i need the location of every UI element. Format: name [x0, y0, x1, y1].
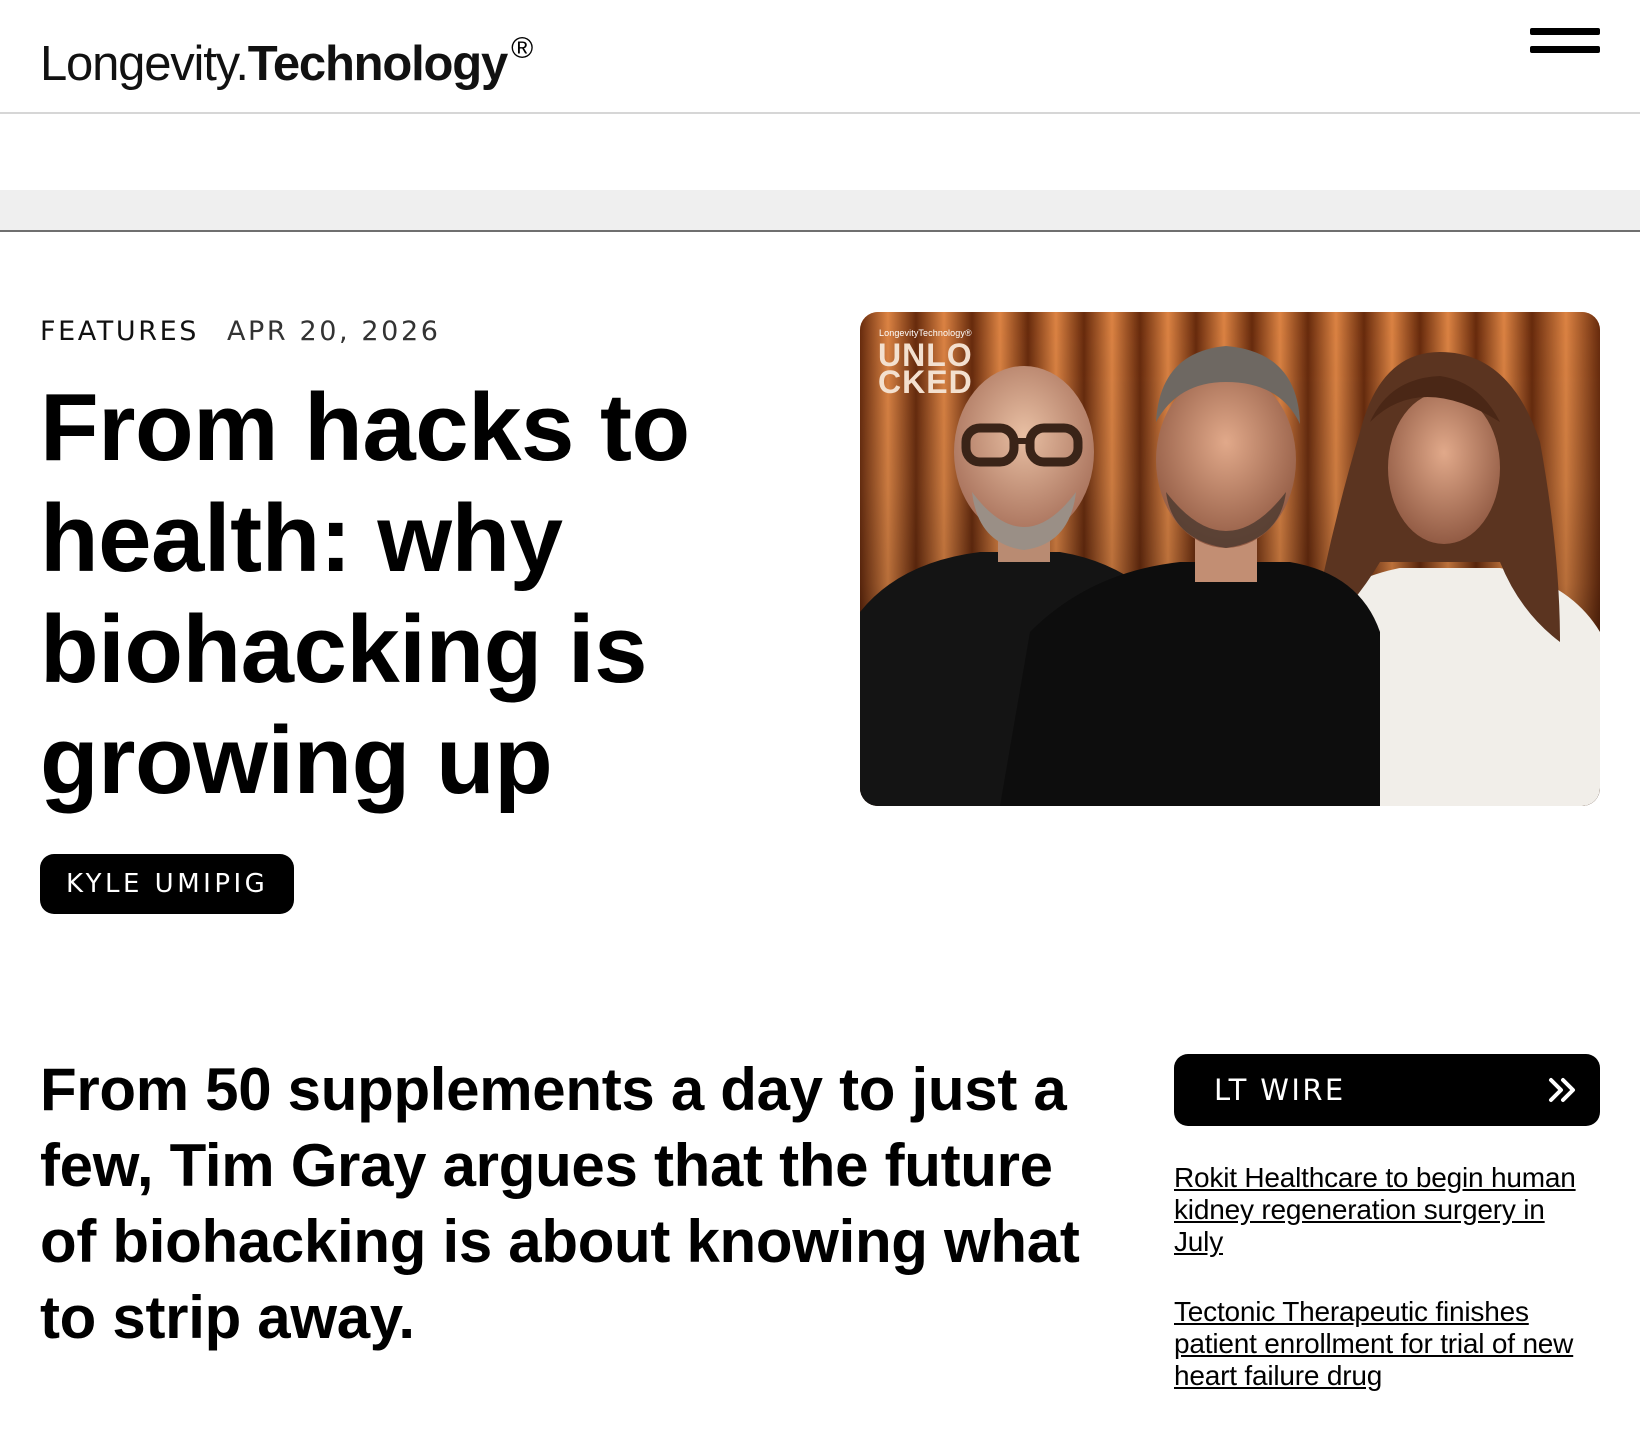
category-link[interactable]: FEATURES — [40, 316, 199, 347]
wire-link[interactable]: Rokit Healthcare to begin human kidney r… — [1174, 1162, 1600, 1258]
hero-image: LongevityTechnology® UNLOCKED — [860, 312, 1600, 806]
logo-bold-text: Technology — [247, 37, 509, 91]
site-header: Longevity.Technology ® — [0, 0, 1640, 114]
double-chevron-right-icon — [1549, 1078, 1575, 1102]
menu-bar-bottom — [1530, 46, 1600, 53]
logo-light-text: Longevity. — [40, 37, 249, 91]
article-headline: From hacks to health: why biohacking is … — [40, 374, 690, 814]
lt-wire-title: LT WIRE — [1214, 1073, 1346, 1107]
ad-space — [0, 114, 1640, 190]
hamburger-menu-icon[interactable] — [1530, 28, 1600, 58]
article-date: APR 20, 2026 — [226, 316, 441, 347]
divider-band — [0, 190, 1640, 232]
hero-title-text: UNLOCKED — [878, 337, 973, 400]
article-standfirst: From 50 supplements a day to just a few,… — [40, 1056, 1080, 1351]
menu-bar-top — [1530, 28, 1600, 35]
lt-wire-list: Rokit Healthcare to begin human kidney r… — [1174, 1162, 1600, 1430]
lt-wire-header[interactable]: LT WIRE — [1174, 1054, 1600, 1126]
site-logo[interactable]: Longevity.Technology ® — [40, 20, 533, 93]
wire-link[interactable]: Tectonic Therapeutic finishes patient en… — [1174, 1296, 1600, 1392]
author-button[interactable]: KYLE UMIPIG — [40, 854, 295, 914]
article-meta: FEATURES APR 20, 2026 — [40, 316, 441, 347]
logo-registered-mark: ® — [511, 32, 533, 65]
